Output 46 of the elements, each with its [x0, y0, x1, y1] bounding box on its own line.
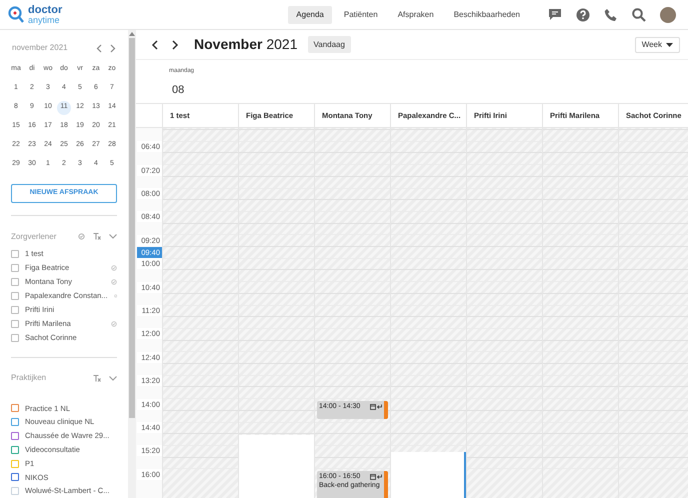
section-title: Praktijken — [11, 372, 46, 384]
logo-subtext: anytime — [28, 16, 61, 24]
month-title: november 2021 — [12, 42, 68, 54]
next-week-icon[interactable] — [172, 40, 179, 50]
nav-tab[interactable]: Beschikbaarheden — [446, 6, 528, 24]
sync-icon[interactable] — [78, 233, 85, 240]
phone-icon[interactable] — [604, 8, 618, 22]
search-icon[interactable] — [632, 8, 646, 22]
scrollbar-thumb[interactable] — [129, 38, 135, 418]
avatar[interactable] — [660, 6, 676, 22]
checkbox[interactable] — [11, 473, 19, 482]
chevron-down-icon[interactable] — [109, 376, 117, 381]
checkbox[interactable] — [11, 278, 19, 286]
today-button[interactable]: Vandaag — [308, 36, 351, 53]
checkbox[interactable] — [11, 432, 19, 440]
calendar-reply-icon — [370, 474, 382, 480]
chevron-down-icon[interactable] — [109, 234, 117, 240]
calendar-reply-icon — [370, 404, 382, 410]
clear-filter-icon[interactable] — [93, 374, 101, 382]
chat-icon[interactable] — [548, 8, 562, 21]
logo-text: doctor — [28, 4, 62, 16]
logo-icon — [8, 6, 24, 24]
caret-icon — [666, 42, 673, 46]
previous-week-icon[interactable] — [151, 40, 158, 50]
checkbox[interactable] — [11, 292, 19, 300]
section-title: Zorgverlener — [11, 230, 56, 243]
day-number: 08 — [172, 83, 186, 98]
help-icon[interactable] — [576, 8, 590, 22]
nav-tab[interactable]: Patiënten — [336, 6, 386, 24]
checkbox[interactable] — [11, 418, 19, 426]
checkbox[interactable] — [11, 250, 19, 258]
nav-tab[interactable]: Agenda — [288, 6, 332, 24]
next-month-icon[interactable] — [110, 44, 116, 52]
scrollbar[interactable] — [128, 30, 136, 498]
clear-filter-icon[interactable] — [93, 233, 101, 240]
checkbox[interactable] — [11, 404, 19, 412]
checkbox[interactable] — [11, 334, 19, 342]
nav-tab[interactable]: Afspraken — [390, 6, 442, 24]
previous-month-icon[interactable] — [96, 44, 102, 52]
checkbox[interactable] — [11, 320, 19, 328]
view-dropdown[interactable]: Week — [634, 36, 680, 52]
calendar-title: November 2021 — [194, 35, 298, 54]
checkbox[interactable] — [11, 460, 19, 468]
checkbox[interactable] — [11, 306, 19, 314]
checkbox[interactable] — [11, 446, 19, 454]
checkbox[interactable] — [11, 264, 19, 272]
